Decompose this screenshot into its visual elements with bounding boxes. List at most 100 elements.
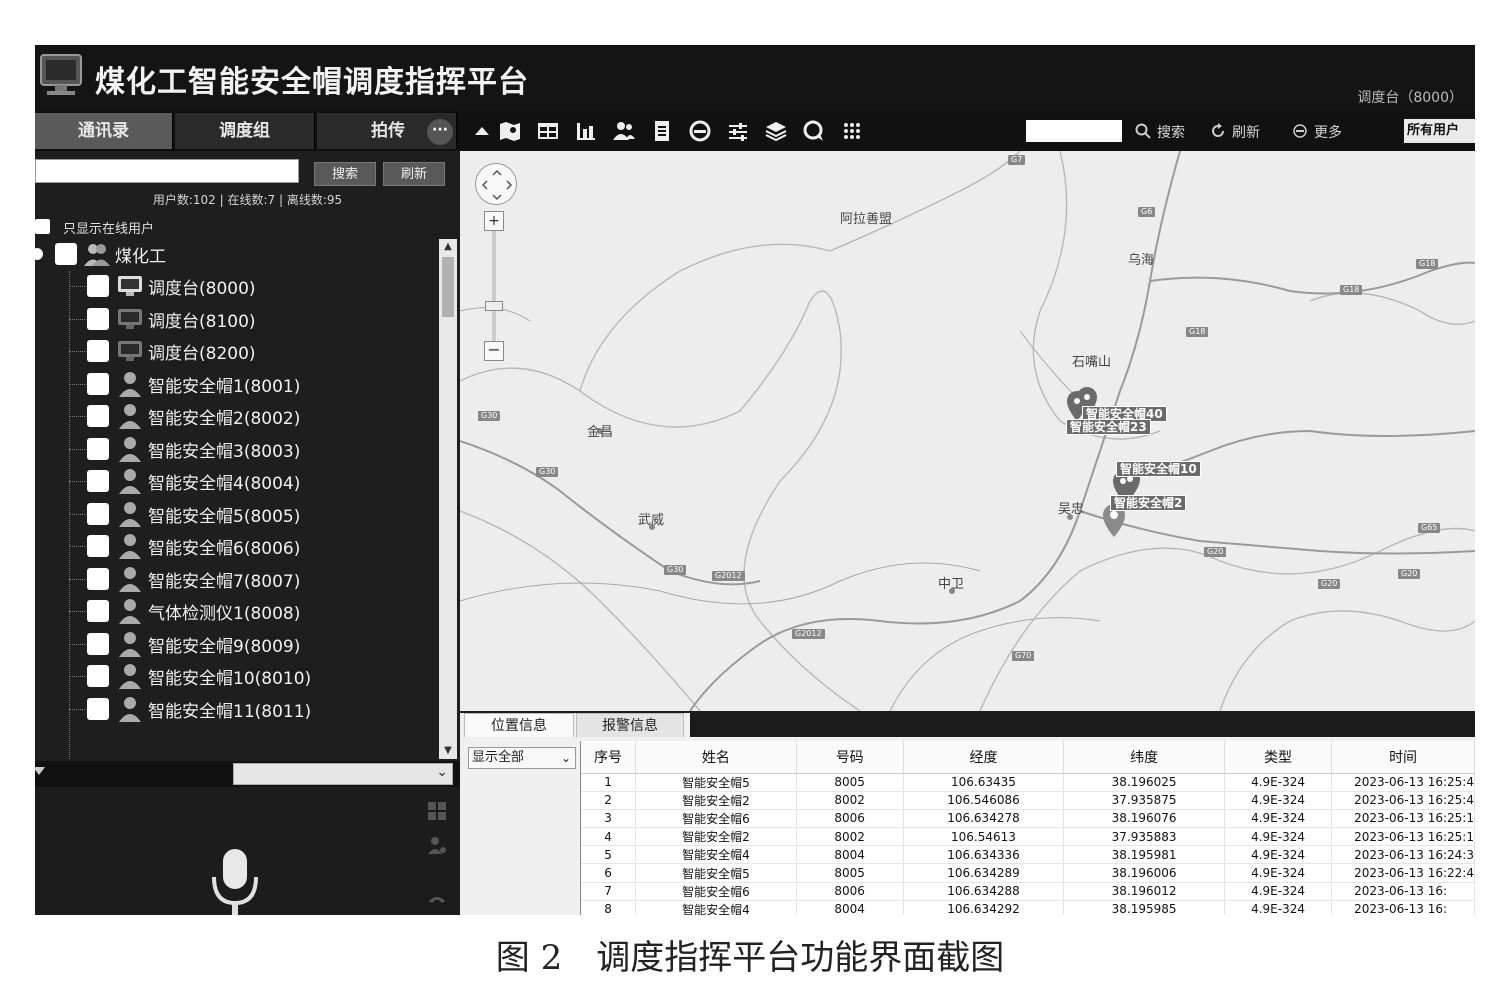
tree-item-checkbox[interactable] [87, 437, 109, 460]
tree-root-checkbox[interactable] [55, 243, 77, 265]
tree-item-checkbox[interactable] [87, 567, 109, 590]
table-cell: 106.63435 [903, 773, 1065, 792]
tree-item-checkbox[interactable] [87, 372, 109, 395]
tree-item-checkbox[interactable] [87, 275, 109, 297]
tree-item[interactable]: 智能安全帽5(8005) [35, 499, 435, 529]
more-tabs-button[interactable]: ··· [427, 119, 453, 145]
place-label: 乌海 [1128, 253, 1155, 268]
tree-item[interactable]: 调度台(8000) [35, 271, 435, 301]
zoom-in-button[interactable]: + [484, 211, 504, 231]
tree-item[interactable]: 调度台(8100) [35, 304, 435, 334]
table-row[interactable]: 8 智能安全帽4 8004 106.634292 38.195985 4.9E-324 20… [581, 900, 1475, 915]
grid-view-icon[interactable] [427, 801, 447, 821]
tree-item-checkbox[interactable] [87, 470, 109, 492]
column-header[interactable]: 类型 [1224, 741, 1333, 774]
column-header[interactable]: 姓名 [635, 741, 797, 774]
online-only-checkbox[interactable] [35, 219, 50, 234]
scroll-down-icon[interactable]: ▼ [439, 743, 457, 759]
tree-scrollbar[interactable]: ▲ ▼ [439, 239, 457, 759]
user-scope-select[interactable]: 所有用户 [1404, 119, 1475, 143]
window-layout-icon[interactable] [536, 119, 560, 143]
search-icon[interactable] [1135, 123, 1151, 143]
column-header[interactable]: 号码 [796, 741, 904, 774]
place-label: 阿拉善盟 [840, 212, 893, 227]
map-more-button[interactable]: 更多 [1314, 122, 1342, 142]
tree-item[interactable]: 智能安全帽1(8001) [35, 369, 435, 399]
table-row[interactable]: 3 智能安全帽6 8006 106.634278 38.196076 4.9E-324 20… [581, 809, 1475, 829]
tree-item[interactable]: 智能安全帽3(8003) [35, 434, 435, 464]
tab-dispatch-groups[interactable]: 调度组 [175, 113, 315, 149]
column-header[interactable]: 序号 [581, 741, 637, 774]
user-settings-icon[interactable] [427, 835, 447, 855]
zoom-slider-track[interactable] [492, 231, 496, 341]
refresh-icon[interactable] [1210, 123, 1226, 143]
tree-item-checkbox[interactable] [87, 600, 109, 622]
scroll-thumb[interactable] [442, 257, 454, 317]
apps-grid-icon[interactable] [840, 119, 864, 143]
table-cell: 智能安全帽4 [635, 900, 797, 915]
table-row[interactable]: 1 智能安全帽5 8005 106.63435 38.196025 4.9E-324 202… [581, 773, 1475, 792]
tab-contacts[interactable]: 通讯录 [35, 113, 173, 149]
tree-item-checkbox[interactable] [87, 535, 109, 557]
tree-item[interactable]: 气体检测仪1(8008) [35, 596, 435, 626]
chat-icon[interactable] [802, 119, 826, 143]
users-icon[interactable] [612, 119, 636, 143]
microphone-icon[interactable] [210, 847, 260, 915]
document-icon[interactable] [650, 119, 674, 143]
contact-search-button[interactable]: 搜索 [314, 162, 376, 186]
tree-item-checkbox[interactable] [87, 665, 109, 687]
map-search-input[interactable] [1026, 120, 1122, 142]
contact-refresh-button[interactable]: 刷新 [383, 162, 445, 186]
map-search-button[interactable]: 搜索 [1157, 122, 1185, 142]
column-header[interactable]: 纬度 [1063, 741, 1225, 774]
collapse-toolbar-icon[interactable] [470, 119, 494, 143]
tree-item-checkbox[interactable] [87, 307, 109, 330]
sliders-icon[interactable] [726, 119, 750, 143]
road-shield: G2012 [712, 571, 745, 581]
expand-arrow-icon[interactable] [35, 767, 45, 775]
tree-item[interactable]: 智能安全帽6(8006) [35, 531, 435, 561]
pan-control[interactable] [475, 163, 517, 205]
scroll-up-icon[interactable]: ▲ [439, 239, 457, 255]
tree-item[interactable]: 智能安全帽9(8009) [35, 629, 435, 659]
browser-icon[interactable] [688, 119, 712, 143]
layers-icon[interactable] [764, 119, 788, 143]
group-dropdown[interactable]: ⌄ [233, 763, 453, 785]
bar-chart-icon[interactable] [574, 119, 598, 143]
collapse-toggle-icon[interactable] [35, 248, 43, 260]
device-marker-label[interactable]: 智能安全帽23 [1066, 419, 1151, 435]
location-filter-select[interactable]: 显示全部 ⌄ [468, 747, 576, 769]
tree-item[interactable]: 智能安全帽2(8002) [35, 401, 435, 431]
tree-item[interactable]: 智能安全帽10(8010) [35, 661, 435, 691]
tree-item-checkbox[interactable] [87, 340, 109, 362]
device-marker-label[interactable]: 智能安全帽10 [1116, 461, 1201, 477]
tree-item[interactable]: 智能安全帽4(8004) [35, 466, 435, 496]
tree-item-checkbox[interactable] [87, 405, 109, 427]
tab-alarm-info[interactable]: 报警信息 [576, 713, 684, 737]
map-icon[interactable] [498, 119, 522, 143]
tree-item-checkbox[interactable] [87, 632, 109, 655]
tree-item-checkbox[interactable] [87, 502, 109, 525]
tree-item-checkbox[interactable] [87, 697, 109, 720]
tree-item[interactable]: 智能安全帽7(8007) [35, 564, 435, 594]
tree-root-row[interactable]: 煤化工 [35, 239, 435, 269]
tree-item[interactable]: 智能安全帽11(8011) [35, 694, 435, 724]
tab-location-info[interactable]: 位置信息 [464, 713, 574, 737]
zoom-out-button[interactable]: − [484, 341, 504, 361]
more-icon[interactable] [1292, 123, 1308, 143]
map-view[interactable]: + − 阿拉善盟 乌海 石嘴山 金昌 武威 吴忠 中卫 G7 G6 G18 G1… [460, 151, 1475, 711]
column-header[interactable]: 经度 [903, 741, 1065, 774]
table-cell: 智能安全帽2 [635, 791, 797, 810]
table-row[interactable]: 7 智能安全帽6 8006 106.634288 38.196012 4.9E-324 20… [581, 882, 1475, 901]
device-marker-label[interactable]: 智能安全帽2 [1110, 495, 1187, 511]
table-row[interactable]: 6 智能安全帽5 8005 106.634289 38.196006 4.9E-324 20… [581, 863, 1475, 883]
table-row[interactable]: 5 智能安全帽4 8004 106.634336 38.195981 4.9E-324 20… [581, 845, 1475, 865]
contact-search-input[interactable] [35, 159, 299, 183]
table-row[interactable]: 2 智能安全帽2 8002 106.546086 37.935875 4.9E-324 20… [581, 791, 1475, 810]
phone-icon[interactable] [427, 891, 447, 911]
table-row[interactable]: 4 智能安全帽2 8002 106.54613 37.935883 4.9E-324 202… [581, 827, 1475, 847]
column-header[interactable]: 时间 [1331, 741, 1475, 774]
tree-item[interactable]: 调度台(8200) [35, 336, 435, 366]
zoom-slider-handle[interactable] [485, 301, 503, 311]
map-refresh-button[interactable]: 刷新 [1232, 122, 1260, 142]
